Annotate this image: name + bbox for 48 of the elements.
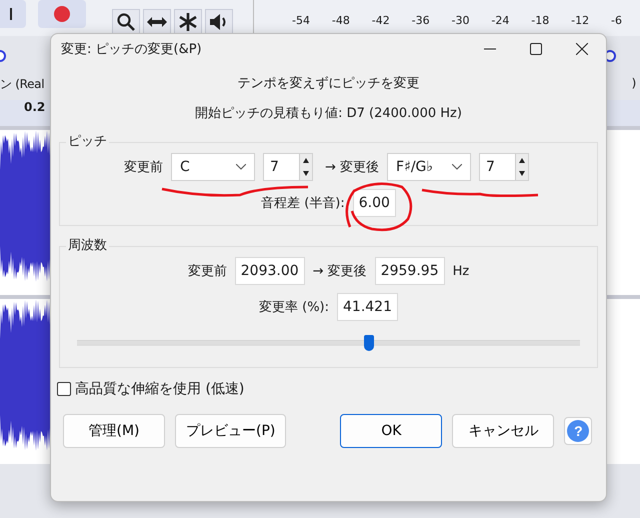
frequency-field[interactable]: 2959.95 [374,257,445,285]
field-label: 変更前 [188,263,227,280]
note-dropdown[interactable]: C [170,153,255,181]
field-label: 変更率 (%): [258,299,329,316]
meter-tick-label: -54 [292,14,310,29]
unit-label: Hz [452,264,470,278]
track-name: ) [632,76,636,92]
timeline-label: 0.2 [24,100,46,114]
dialog-button[interactable]: 管理(M) [63,414,165,448]
dialog-button[interactable]: プレビュー(P) [175,414,286,448]
time-shift-icon[interactable] [143,9,171,35]
track-name: ン (Real [0,76,44,93]
chevron-down-icon [452,164,462,170]
octave-spinner[interactable]: 7 [262,153,313,181]
field-label: → 変更後 [312,263,367,280]
note-dropdown[interactable]: F♯/G♭ [387,153,472,181]
record-button[interactable] [38,0,86,28]
dialog-button[interactable]: OK [340,414,442,448]
slider-thumb[interactable] [364,335,374,351]
multi-tool-icon[interactable] [174,9,202,35]
group-label: 周波数 [66,236,109,254]
checkbox-label: 高品質な伸縮を使用 (低速) [75,380,244,398]
speaker-icon[interactable] [205,9,233,35]
semitones-field[interactable]: 6.00 [352,189,396,217]
meter-tick-label: -48 [332,14,350,29]
meter-tick-label: -36 [412,14,430,29]
meter-tick-label: -30 [452,14,470,29]
checkbox[interactable] [57,382,71,396]
maximize-icon[interactable] [530,43,542,55]
chevron-down-icon [236,164,246,170]
field-label: → 変更後 [324,159,380,176]
octave-spinner[interactable]: 7 [479,153,530,181]
window-title: 変更: ピッチの変更(&P) [61,41,202,58]
zoom-icon[interactable] [112,9,140,35]
percent-field[interactable]: 41.421 [337,293,398,321]
skip-end-button[interactable] [0,0,26,28]
meter-tick-label: -12 [571,14,590,29]
field-label: 変更前 [124,159,163,176]
dialog-button[interactable]: キャンセル [452,414,554,448]
meter-tick-label: -42 [372,14,390,29]
field-label: 音程差 (半音): [261,195,345,212]
meter-tick-label: -24 [491,14,510,29]
pitch-estimate: 開始ピッチの見積もり値: D7 (2400.000 Hz) [194,105,463,122]
meter-tick-label: -6 [611,14,622,29]
dialog-heading: テンポを変えずにピッチを変更 [236,75,420,92]
close-icon[interactable] [576,43,588,55]
meter-tick-label: -18 [531,14,550,29]
frequency-field[interactable]: 2093.00 [234,257,305,285]
